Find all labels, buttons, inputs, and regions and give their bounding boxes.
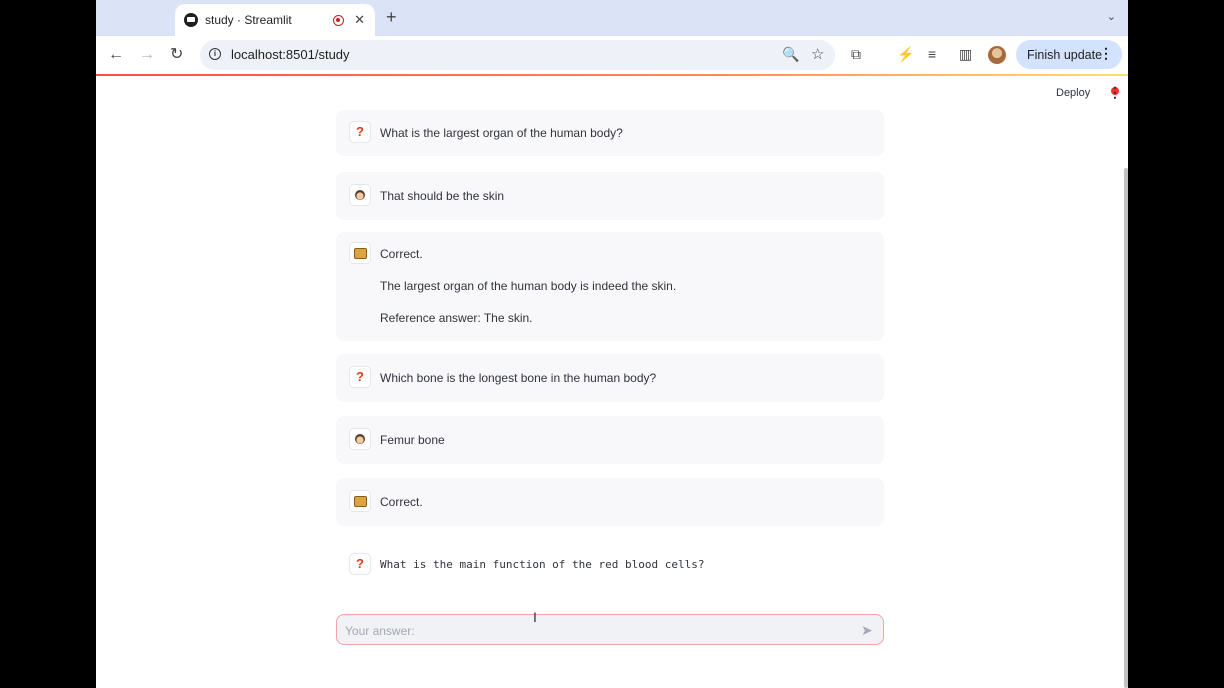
question-mark-icon: ? (349, 553, 371, 575)
message-text: Which bone is the longest bone in the hu… (380, 371, 657, 385)
message-text: What is the largest organ of the human b… (380, 126, 623, 140)
new-tab-button[interactable]: + (386, 8, 397, 26)
zoom-icon[interactable]: 🔍 (782, 46, 799, 63)
message-text: Reference answer: The skin. (380, 311, 533, 325)
chat-message-question: ? What is the main function of the red bl… (336, 540, 884, 588)
browser-toolbar: ← → ↻ i localhost:8501/study 🔍 ☆ ⧉ ⚡ ≡ ▥… (96, 36, 1128, 74)
bot-avatar-icon (349, 242, 371, 264)
message-text: What is the main function of the red blo… (380, 558, 705, 571)
chat-message-question: ? What is the largest organ of the human … (336, 110, 884, 156)
streamlit-favicon-icon (184, 13, 198, 27)
browser-menu-icon: ⋮ (1099, 45, 1113, 61)
question-mark-icon: ? (349, 121, 371, 143)
url-text[interactable]: localhost:8501/study (231, 47, 350, 62)
chat-message-user: That should be the skin (336, 172, 884, 220)
message-text: That should be the skin (380, 189, 505, 203)
profile-avatar[interactable] (988, 46, 1006, 64)
tab-strip: study · Streamlit ✕ + ⌄ (96, 0, 1128, 36)
deploy-button[interactable]: Deploy (1056, 87, 1090, 99)
chat-message-user: Femur bone (336, 416, 884, 464)
tab-search-chevron-icon[interactable]: ⌄ (1107, 10, 1116, 23)
user-avatar-icon (349, 184, 371, 206)
finish-update-button[interactable]: Finish update ⋮ (1016, 40, 1122, 69)
recording-icon (333, 14, 345, 26)
tab-study[interactable]: study · Streamlit ✕ (175, 4, 375, 36)
send-icon[interactable]: ➤ (861, 622, 873, 639)
browser-window: study · Streamlit ✕ + ⌄ ← → ↻ i localhos… (96, 0, 1128, 688)
chat-input[interactable]: ➤ (336, 614, 884, 645)
text-cursor-icon: I (533, 609, 537, 625)
site-info-icon[interactable]: i (209, 48, 221, 60)
address-bar[interactable]: i localhost:8501/study 🔍 ☆ (200, 40, 835, 70)
main-menu-icon[interactable]: ⋮ (1108, 84, 1122, 101)
user-avatar-icon (349, 428, 371, 450)
message-text: Correct. (380, 247, 423, 261)
back-button[interactable]: ← (108, 45, 124, 65)
reload-button[interactable]: ↻ (170, 45, 183, 65)
performance-icon[interactable]: ⚡ (897, 46, 914, 62)
extensions-icon[interactable]: ⧉ (851, 46, 861, 62)
message-text: The largest organ of the human body is i… (380, 279, 677, 293)
bot-avatar-icon (349, 490, 371, 512)
tab-title: study · Streamlit (205, 13, 292, 27)
close-tab-icon[interactable]: ✕ (354, 12, 365, 28)
media-controls-icon[interactable]: ≡ (928, 46, 936, 62)
side-panel-icon[interactable]: ▥ (959, 46, 972, 62)
message-text: Correct. (380, 495, 423, 509)
chat-message-assistant: Correct. (336, 478, 884, 526)
question-mark-icon: ? (349, 366, 371, 388)
chat-message-assistant: Correct. The largest organ of the human b… (336, 232, 884, 341)
scrollbar[interactable] (1124, 168, 1128, 688)
bookmark-star-icon[interactable]: ☆ (811, 45, 824, 63)
streamlit-app: Deploy ⋮ ? What is the largest organ of t… (96, 76, 1128, 688)
forward-button[interactable]: → (139, 45, 155, 65)
answer-input[interactable] (343, 621, 847, 641)
chat-message-question: ? Which bone is the longest bone in the h… (336, 354, 884, 402)
finish-update-label: Finish update (1027, 47, 1103, 62)
message-text: Femur bone (380, 433, 445, 447)
